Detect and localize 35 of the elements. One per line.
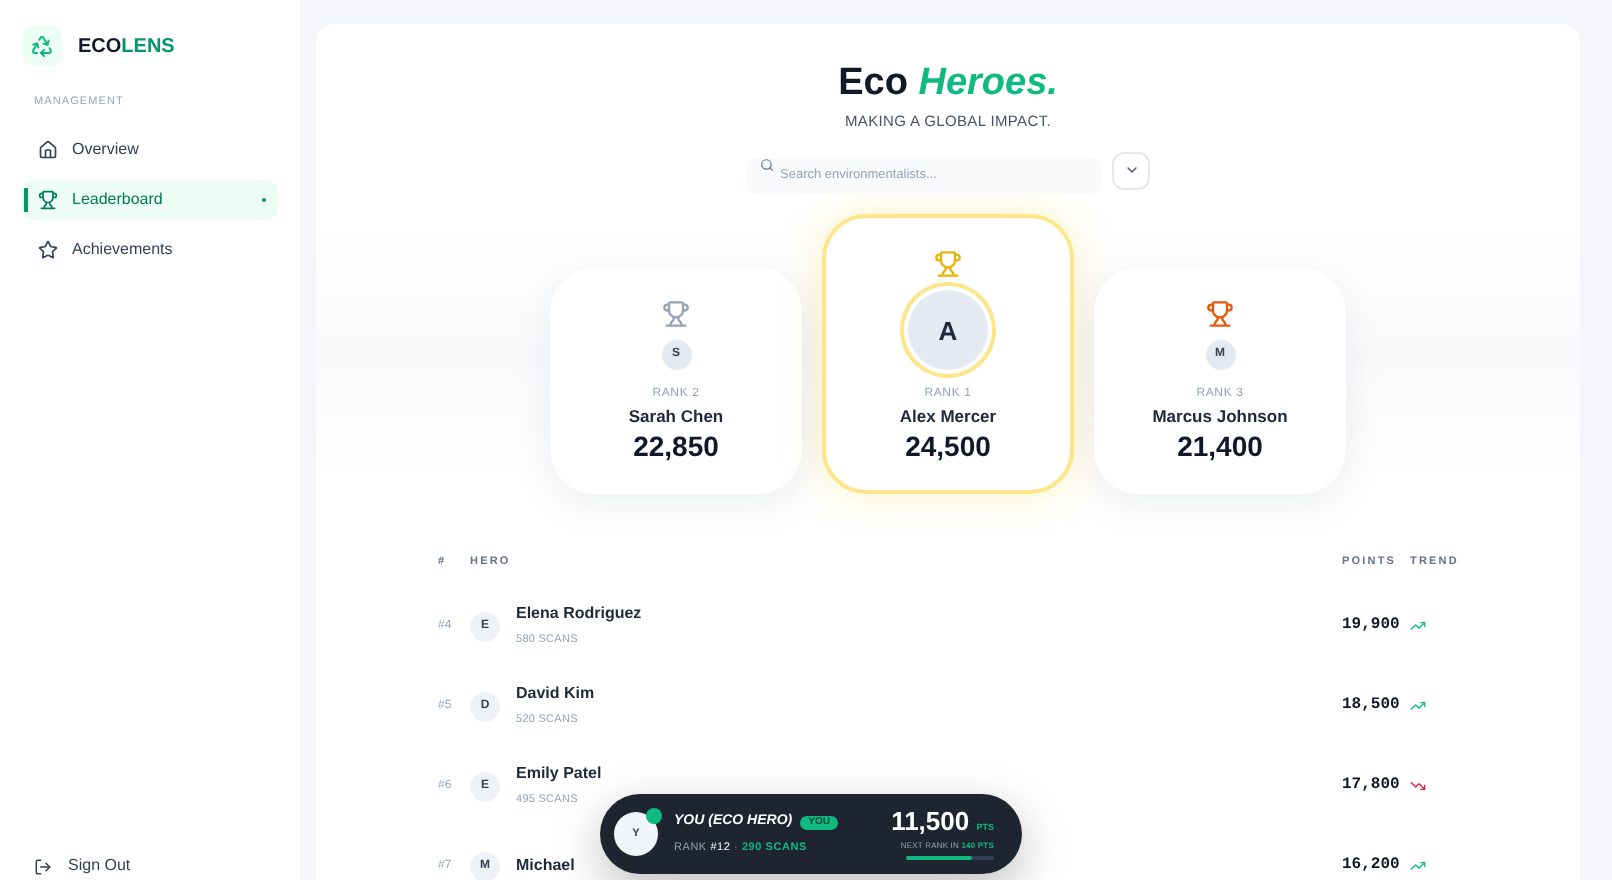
hero-name: Elena Rodriguez — [516, 602, 642, 627]
hero-name: Marcus Johnson — [1152, 404, 1288, 430]
sign-out-button[interactable]: Sign Out — [22, 854, 278, 878]
logo-text: ECOLENS — [78, 33, 175, 61]
recycle-icon — [22, 26, 62, 66]
nav-item[interactable]: Overview — [22, 130, 278, 171]
trend-up-icon — [1410, 698, 1426, 714]
trend-down-icon — [1410, 778, 1426, 794]
trend-up-icon — [1410, 618, 1426, 634]
hero-name: Michael — [516, 854, 575, 878]
home-icon — [38, 140, 58, 161]
hero-name: Sarah Chen — [628, 404, 724, 430]
page-title: Eco Heroes. — [838, 64, 1058, 102]
avatar: A — [908, 290, 988, 371]
trend-up-icon — [1410, 858, 1426, 874]
trophy-icon — [662, 300, 690, 329]
nav-item[interactable]: Leaderboard — [22, 180, 278, 221]
nav-item[interactable]: Achievements — [22, 230, 278, 271]
points: 16,200 — [1342, 854, 1402, 878]
hero-name: David Kim — [516, 682, 595, 707]
points: 18,500 — [1342, 694, 1402, 718]
star-icon — [38, 240, 58, 261]
points: 17,800 — [1342, 774, 1402, 798]
points: 22,850 — [633, 430, 719, 465]
sign-out-icon — [34, 857, 52, 875]
trophy-icon — [934, 250, 962, 279]
search-icon — [760, 158, 774, 173]
points: 19,900 — [1342, 614, 1402, 638]
trophy-icon — [1206, 300, 1234, 329]
hero-name: Emily Patel — [516, 762, 602, 787]
hero-name: Alex Mercer — [899, 404, 997, 430]
filter-dropdown[interactable] — [1112, 151, 1150, 190]
points: 24,500 — [905, 430, 991, 465]
trophy-icon — [38, 190, 58, 211]
points: 21,400 — [1177, 430, 1263, 465]
